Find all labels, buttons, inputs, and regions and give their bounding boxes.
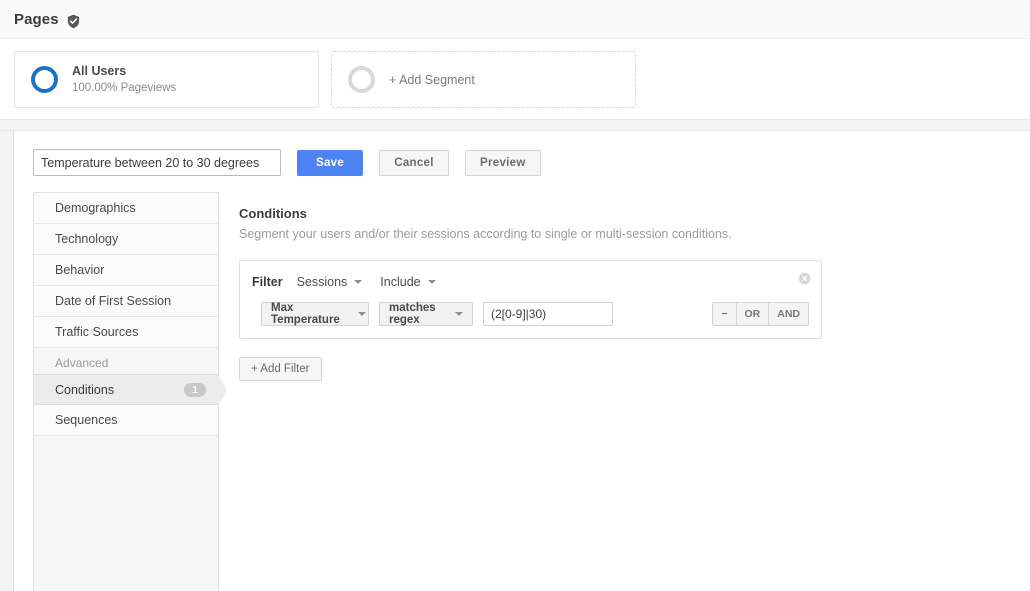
sidebar-item-date-of-first-session[interactable]: Date of First Session	[34, 286, 218, 317]
segment-ring-icon	[31, 66, 58, 93]
add-segment-button[interactable]: + Add Segment	[331, 51, 636, 108]
dimension-value: Max Temperature	[271, 302, 340, 326]
segment-name: All Users	[72, 63, 127, 78]
filter-scope-dropdown[interactable]: Sessions	[297, 275, 363, 289]
sidebar-item-label: Sequences	[55, 413, 118, 427]
segment-subtitle: 100.00% Pageviews	[72, 82, 177, 95]
save-button[interactable]: Save	[297, 149, 363, 176]
segment-name-input[interactable]	[33, 149, 281, 176]
segment-card-all-users[interactable]: All Users 100.00% Pageviews	[14, 51, 319, 108]
conditions-panel: Conditions Segment your users and/or the…	[219, 192, 1030, 591]
page-header: Pages	[0, 0, 1030, 38]
filter-header-row: Filter Sessions Include	[252, 271, 811, 293]
sidebar-item-technology[interactable]: Technology	[34, 224, 218, 255]
logic-button-group: − OR AND	[712, 302, 809, 326]
conditions-description: Segment your users and/or their sessions…	[239, 227, 732, 241]
filter-label: Filter	[252, 275, 283, 289]
builder-toolbar: Save Cancel Preview	[14, 131, 1030, 192]
filter-condition-row: Max Temperature matches regex − OR	[252, 302, 809, 326]
add-segment-label: + Add Segment	[389, 72, 475, 87]
builder-content-area: Demographics Technology Behavior Date of…	[14, 192, 1030, 591]
sidebar-pointer-icon	[218, 375, 227, 406]
sidebar-item-sequences[interactable]: Sequences	[34, 405, 218, 436]
conditions-title: Conditions	[239, 206, 307, 221]
filter-scope-value: Sessions	[296, 275, 348, 289]
filter-mode-dropdown[interactable]: Include	[380, 275, 436, 289]
sidebar-item-conditions[interactable]: Conditions 1	[34, 374, 228, 407]
section-divider	[0, 119, 1030, 131]
sidebar-item-traffic-sources[interactable]: Traffic Sources	[34, 317, 218, 348]
sidebar-item-label: Demographics	[55, 201, 136, 215]
and-button[interactable]: AND	[769, 303, 808, 325]
sidebar-item-badge: 1	[184, 382, 206, 397]
remove-condition-button[interactable]: −	[713, 303, 737, 325]
segment-bar: All Users 100.00% Pageviews + Add Segmen…	[0, 38, 1030, 119]
segment-text: All Users 100.00% Pageviews	[72, 64, 176, 96]
sidebar-item-demographics[interactable]: Demographics	[34, 193, 218, 224]
page-title: Pages	[14, 10, 59, 28]
operator-dropdown[interactable]: matches regex	[379, 302, 473, 326]
filter-value-input[interactable]	[483, 302, 613, 326]
sidebar-item-behavior[interactable]: Behavior	[34, 255, 218, 286]
segment-builder-panel: Save Cancel Preview Demographics Technol…	[0, 131, 1030, 591]
sidebar-item-label: Behavior	[55, 263, 105, 277]
chevron-down-icon	[354, 280, 363, 284]
add-filter-button[interactable]: + Add Filter	[239, 357, 322, 381]
sidebar-item-label: Date of First Session	[55, 294, 172, 308]
filter-card: Filter Sessions Include Max Temperature …	[239, 260, 822, 339]
filter-mode-value: Include	[380, 275, 421, 289]
chevron-down-icon	[357, 312, 366, 316]
sidebar-item-label: Conditions	[55, 382, 115, 397]
builder-sidebar: Demographics Technology Behavior Date of…	[33, 192, 228, 591]
add-segment-ring-icon	[348, 66, 375, 93]
sidebar-item-label: Technology	[55, 232, 119, 246]
or-button[interactable]: OR	[736, 303, 770, 325]
shield-check-icon	[66, 14, 81, 29]
segment-builder-screen: Pages All Users 100.00% Pageviews + Add …	[0, 0, 1030, 591]
sidebar-section-advanced: Advanced	[34, 348, 218, 374]
operator-value: matches regex	[389, 302, 436, 326]
sidebar-item-label: Traffic Sources	[55, 325, 139, 339]
close-circle-icon[interactable]	[798, 272, 811, 285]
chevron-down-icon	[427, 280, 436, 284]
dimension-dropdown[interactable]: Max Temperature	[261, 302, 369, 326]
cancel-button[interactable]: Cancel	[379, 149, 449, 176]
chevron-down-icon	[455, 312, 463, 316]
segment-builder-body: Save Cancel Preview Demographics Technol…	[13, 131, 1030, 591]
preview-button[interactable]: Preview	[465, 149, 541, 176]
sidebar-filler	[34, 436, 218, 591]
